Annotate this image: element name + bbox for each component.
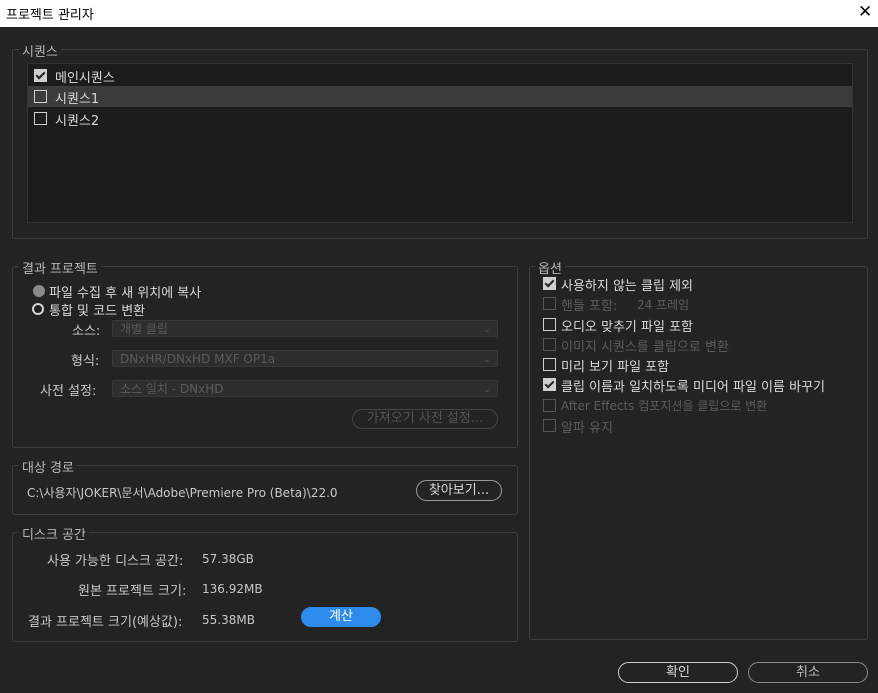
exclude-unused-checkbox[interactable] [543, 277, 556, 290]
original-size-label: 원본 프로젝트 크기: [78, 584, 187, 599]
available-space-value: 57.38GB [202, 552, 254, 566]
format-label: 형식: [71, 354, 100, 369]
sequence-group-label: 시퀀스 [19, 41, 61, 60]
disk-space-label: 디스크 공간 [19, 524, 89, 543]
rename-media-checkbox[interactable] [543, 378, 556, 391]
radio-consolidate[interactable] [32, 303, 44, 315]
original-size-value: 136.92MB [202, 582, 263, 596]
ok-button[interactable]: 확인 [618, 662, 738, 683]
list-item[interactable]: 메인시퀀스 [28, 65, 852, 86]
result-size-label: 결과 프로젝트 크기(예상값): [28, 615, 183, 630]
sequence-label: 시퀀스2 [55, 114, 100, 129]
ae-comp-checkbox[interactable] [543, 399, 556, 412]
handles-frames-value: 24 프레임 [637, 298, 690, 312]
browse-button[interactable]: 찾아보기... [416, 480, 502, 501]
radio-consolidate-label: 통합 및 코드 변환 [49, 304, 146, 319]
sequence-checkbox-main[interactable] [34, 69, 47, 82]
sequence-checkbox-1[interactable] [34, 90, 47, 103]
rename-media-label: 클립 이름과 일치하도록 미디어 파일 이름 바꾸기 [561, 380, 825, 395]
preserve-alpha-checkbox[interactable] [543, 419, 556, 432]
sequence-label: 시퀀스1 [55, 92, 100, 107]
chevron-down-icon: ⌄ [482, 384, 491, 395]
preserve-alpha-label: 알파 유지 [561, 421, 613, 436]
close-icon[interactable]: ✕ [858, 2, 872, 22]
window-title: 프로젝트 관리자 [6, 8, 94, 23]
preset-label: 사전 설정: [40, 384, 97, 399]
import-preset-button[interactable]: 가져오기 사전 설정... [352, 409, 498, 429]
target-path-value: C:\사용자\JOKER\문서\Adobe\Premiere Pro (Beta… [27, 486, 338, 500]
preset-value: 소스 일치 - DNxHD [120, 382, 224, 396]
source-dropdown[interactable]: 개별 클립 ⌄ [112, 320, 498, 337]
title-bar [0, 0, 878, 27]
sequence-label: 메인시퀀스 [55, 71, 115, 86]
include-handles-label: 핸들 포함: [561, 299, 618, 314]
format-dropdown[interactable]: DNxHR/DNxHD MXF OP1a ⌄ [112, 350, 498, 367]
result-size-value: 55.38MB [202, 613, 255, 627]
ae-comp-label: After Effects 컴포지션을 클립으로 변환 [561, 399, 768, 413]
target-path-label: 대상 경로 [19, 457, 77, 476]
include-conform-audio-label: 오디오 맞추기 파일 포함 [561, 320, 693, 335]
sequence-list[interactable]: 메인시퀀스 시퀀스1 시퀀스2 [27, 63, 853, 223]
image-sequence-label: 이미지 시퀀스를 클립으로 변환 [561, 340, 729, 355]
format-value: DNxHR/DNxHD MXF OP1a [120, 352, 276, 366]
cancel-button[interactable]: 취소 [748, 662, 868, 683]
source-label: 소스: [72, 324, 101, 339]
list-item[interactable]: 시퀀스2 [28, 108, 852, 129]
sequence-checkbox-2[interactable] [34, 112, 47, 125]
include-handles-checkbox[interactable] [543, 297, 556, 310]
source-value: 개별 클립 [120, 322, 168, 336]
include-preview-label: 미리 보기 파일 포함 [561, 360, 670, 375]
result-project-label: 결과 프로젝트 [19, 258, 101, 277]
exclude-unused-label: 사용하지 않는 클립 제외 [561, 279, 693, 294]
calculate-button[interactable]: 계산 [301, 607, 381, 627]
include-preview-checkbox[interactable] [543, 358, 556, 371]
radio-collect-copy[interactable] [33, 285, 45, 297]
chevron-down-icon: ⌄ [482, 354, 491, 365]
chevron-down-icon: ⌄ [482, 324, 491, 335]
available-space-label: 사용 가능한 디스크 공간: [47, 554, 184, 569]
include-conform-audio-checkbox[interactable] [543, 318, 556, 331]
radio-collect-copy-label: 파일 수집 후 새 위치에 복사 [49, 286, 202, 301]
image-sequence-checkbox[interactable] [543, 338, 556, 351]
preset-dropdown[interactable]: 소스 일치 - DNxHD ⌄ [112, 380, 498, 397]
list-item[interactable]: 시퀀스1 [28, 86, 852, 107]
